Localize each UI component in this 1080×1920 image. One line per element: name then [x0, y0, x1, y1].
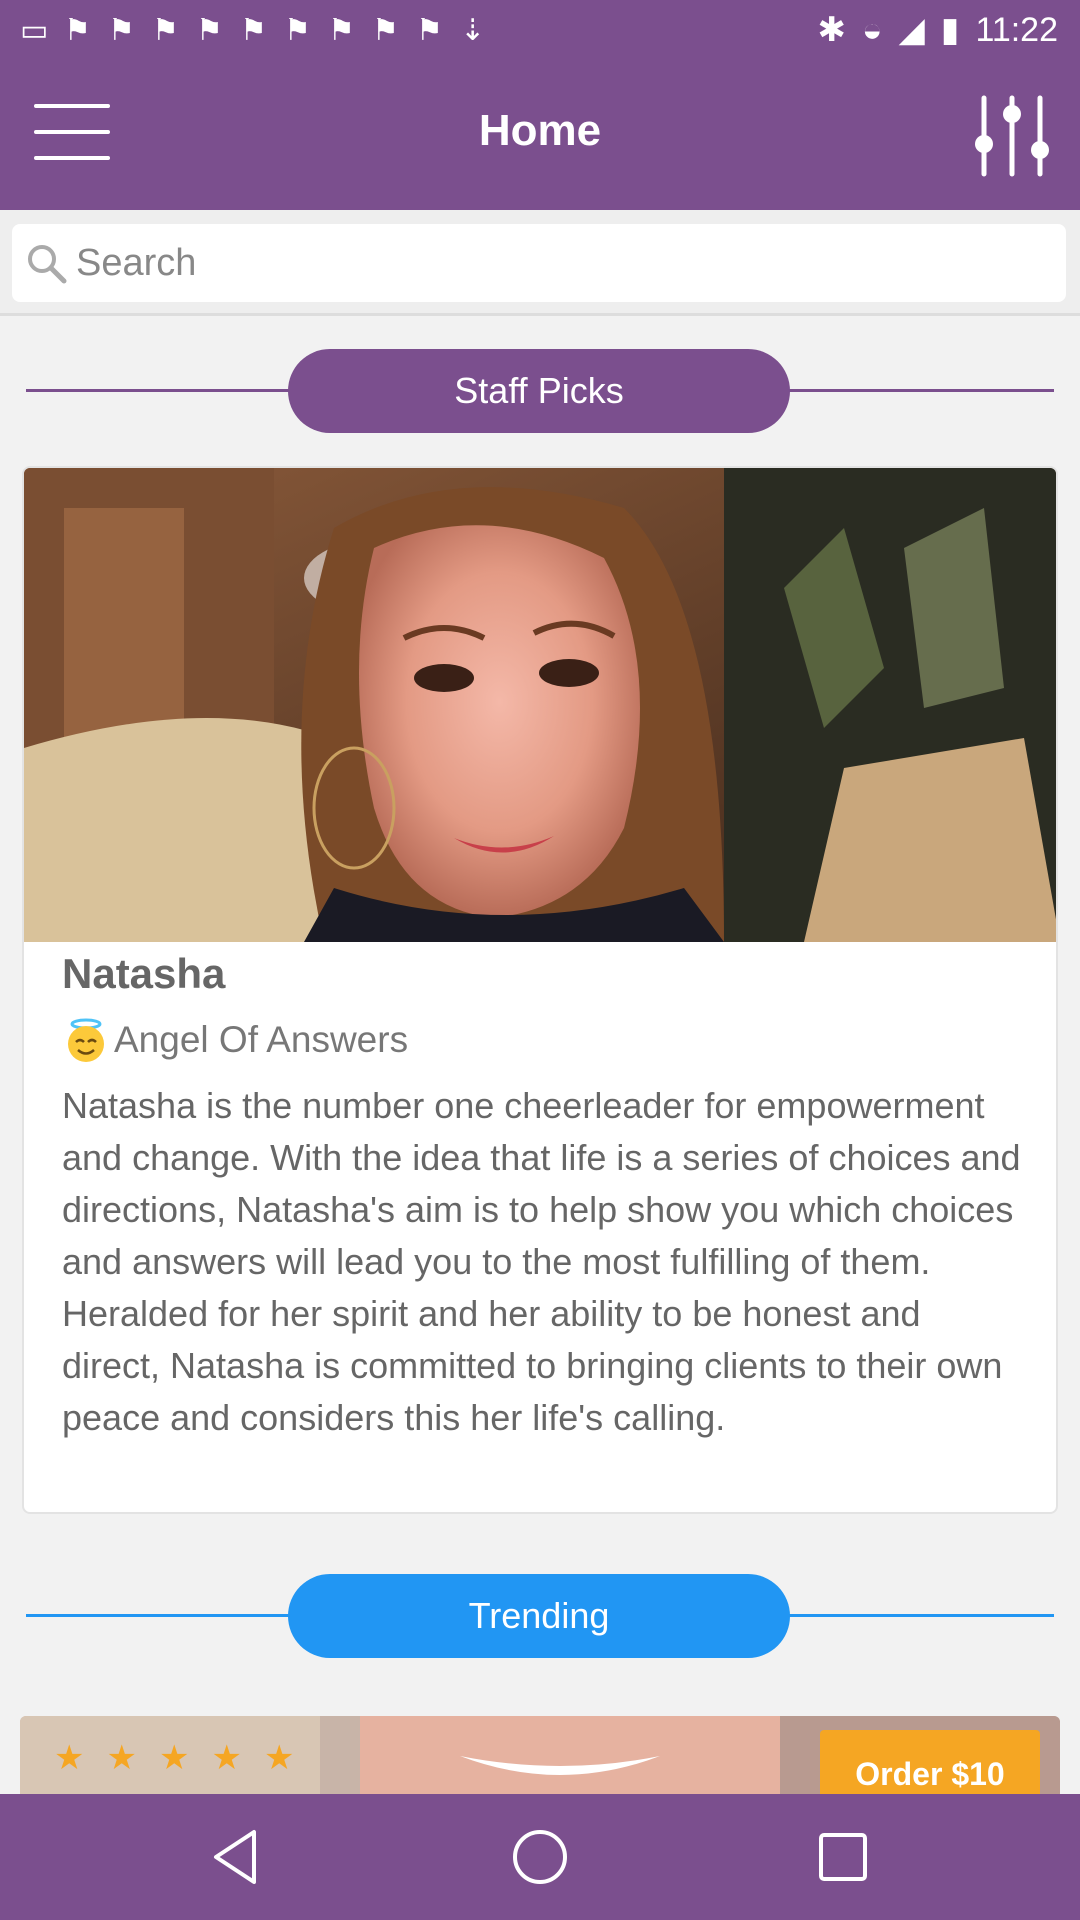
notification-icon: ⚑ — [240, 14, 267, 47]
staff-picks-button[interactable]: Staff Picks — [288, 349, 790, 433]
search-bar — [0, 210, 1080, 316]
bluetooth-icon: ✱ — [817, 11, 847, 49]
filter-icon[interactable] — [972, 94, 1052, 178]
angel-emoji-icon — [68, 1018, 104, 1062]
advisor-photo[interactable] — [24, 468, 1058, 942]
system-nav-bar — [0, 1794, 1080, 1920]
search-box[interactable] — [12, 224, 1066, 302]
trending-card[interactable]: ★ ★ ★ ★ ★ Order $10 — [20, 1716, 1060, 1794]
trending-button[interactable]: Trending — [288, 1574, 790, 1658]
advisor-card[interactable]: Natasha Angel Of Answers Natasha is the … — [22, 466, 1058, 1514]
notification-icon: ⚑ — [64, 14, 91, 47]
star-icon: ★ — [263, 1739, 295, 1777]
star-icon: ★ — [106, 1739, 137, 1777]
star-icon: ★ — [54, 1739, 85, 1777]
notification-icon: ⚑ — [372, 14, 399, 47]
page-title: Home — [478, 106, 602, 155]
search-icon — [28, 245, 67, 284]
order-button[interactable]: Order $10 — [820, 1730, 1040, 1794]
home-icon[interactable] — [505, 1822, 575, 1892]
battery-icon: ▮ — [940, 11, 960, 49]
app-bar: Home — [0, 66, 1080, 210]
wifi-icon: ◒ — [862, 10, 883, 49]
advisor-name: Natasha — [62, 950, 226, 997]
advisor-description: Natasha is the number one cheerleader fo… — [62, 1085, 1021, 1438]
notification-icon: ⚑ — [284, 14, 311, 47]
notification-icon: ⚑ — [196, 14, 223, 47]
notification-icon: ⚑ — [328, 14, 355, 47]
notification-icons: ▭ ⚑ ⚑ ⚑ ⚑ ⚑ ⚑ ⚑ ⚑ ⚑ ⇣ — [20, 14, 490, 48]
notification-icon: ⚑ — [108, 14, 135, 47]
download-icon: ⇣ — [460, 14, 486, 47]
message-icon: ▭ — [20, 14, 49, 47]
status-time: 11:22 — [975, 10, 1058, 49]
search-input[interactable] — [76, 241, 976, 285]
advisor-subtitle: Angel Of Answers — [62, 1016, 408, 1064]
trending-header: Trending — [26, 1574, 1054, 1658]
notification-icon: ⚑ — [416, 14, 443, 47]
rating-stars: ★ ★ ★ ★ ★ — [54, 1738, 294, 1778]
signal-icon: ◢ — [898, 11, 925, 49]
status-bar: ▭ ⚑ ⚑ ⚑ ⚑ ⚑ ⚑ ⚑ ⚑ ⚑ ⇣ ✱ ◒ ◢ ▮ 11:22 — [0, 0, 1080, 66]
star-icon: ★ — [158, 1739, 190, 1777]
staff-picks-header: Staff Picks — [26, 349, 1054, 433]
star-icon: ★ — [211, 1739, 242, 1777]
recents-icon[interactable] — [808, 1822, 878, 1892]
advisor-title: Angel Of Answers — [114, 1019, 409, 1060]
notification-icon: ⚑ — [152, 14, 179, 47]
back-icon[interactable] — [202, 1822, 272, 1892]
